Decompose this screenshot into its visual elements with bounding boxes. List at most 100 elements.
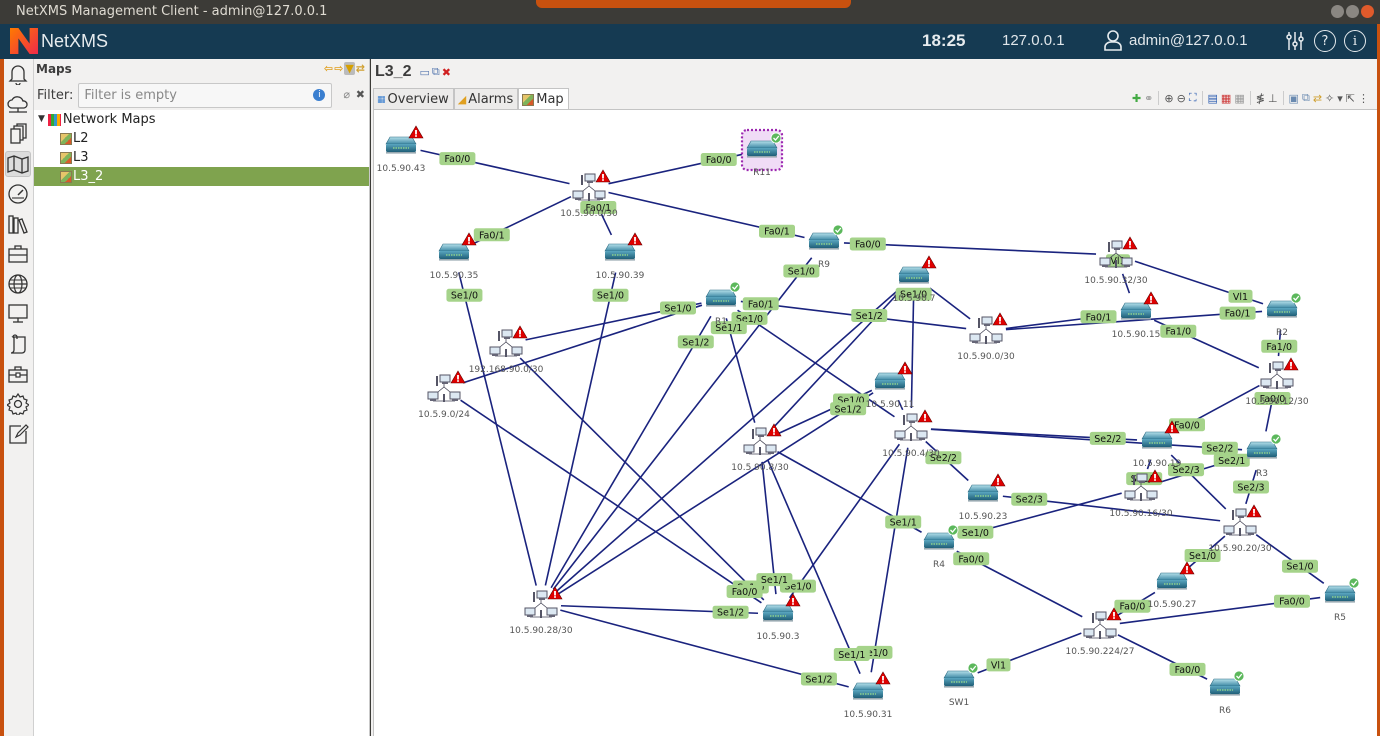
close-window-button[interactable]: [1361, 5, 1374, 18]
interface-label[interactable]: Se1/1: [885, 515, 922, 529]
tree-node-network-maps[interactable]: ▼ Network Maps: [34, 110, 369, 129]
map-link[interactable]: [930, 428, 1243, 451]
map-icon[interactable]: [5, 151, 31, 177]
interface-label[interactable]: Se1/2: [712, 605, 749, 619]
interface-label[interactable]: Fa0/0: [700, 153, 737, 166]
interface-label[interactable]: Fa1/0: [1261, 339, 1298, 353]
interface-label[interactable]: Se2/2: [1089, 431, 1126, 445]
map-node-n43[interactable]: 10.5.90.43: [377, 125, 426, 174]
map-node-r4[interactable]: R4: [923, 524, 959, 570]
network-map-canvas[interactable]: Fa0/0 Fa0/0 Fa0/1 Fa0/1 Fa0/1 Fa0/0 Se1/0 Se1/0…: [373, 109, 1377, 736]
map-link[interactable]: [458, 272, 537, 586]
map-node-r6[interactable]: R6: [1209, 670, 1245, 716]
popout-icon[interactable]: ⇱: [1346, 92, 1355, 105]
edit-icon[interactable]: [5, 421, 31, 447]
globe-icon[interactable]: [5, 271, 31, 297]
briefcase-icon[interactable]: [5, 241, 31, 267]
map-node-s8[interactable]: 10.5.90.8/30: [731, 423, 789, 473]
tree-node-l3-2[interactable]: L3_2: [34, 167, 369, 186]
info-icon[interactable]: i: [313, 89, 326, 101]
gauge-icon[interactable]: [5, 181, 31, 207]
map-node-n39[interactable]: 10.5.90.39: [596, 232, 645, 281]
map-node-n15[interactable]: 10.5.90.15: [1112, 291, 1161, 340]
straight-routing-icon[interactable]: ⊥: [1268, 92, 1278, 105]
map-link[interactable]: [519, 357, 765, 601]
link-objects-icon[interactable]: ⚭: [1144, 92, 1153, 105]
interface-label[interactable]: Se1/0: [783, 264, 820, 278]
map-node-s0b[interactable]: 10.5.90.0/30: [957, 312, 1015, 362]
interface-label[interactable]: Se2/1: [1213, 453, 1250, 467]
interface-label[interactable]: Se1/0: [592, 288, 629, 302]
interface-label[interactable]: Fa0/0: [726, 585, 763, 598]
interface-label[interactable]: Fa0/0: [439, 152, 476, 166]
bell-icon[interactable]: [5, 61, 31, 87]
map-link[interactable]: [910, 295, 915, 409]
interface-label[interactable]: Fa0/0: [849, 237, 886, 251]
map-node-r5[interactable]: R5: [1324, 577, 1360, 623]
map-link[interactable]: [1255, 534, 1325, 584]
interface-label[interactable]: Se1/2: [830, 402, 867, 416]
map-link[interactable]: [870, 447, 909, 673]
snap-to-grid-icon[interactable]: ▦: [1221, 92, 1231, 105]
filter-icon[interactable]: ▼: [344, 62, 355, 75]
cloud-icon[interactable]: [5, 91, 31, 117]
zoom-in-icon[interactable]: ⊕: [1164, 92, 1173, 105]
gear-icon[interactable]: [5, 391, 31, 417]
tab-overview[interactable]: ▦ Overview: [373, 88, 454, 109]
map-node-n35[interactable]: 10.5.90.35: [430, 232, 479, 281]
interface-label[interactable]: Se1/2: [851, 308, 888, 322]
map-node-n31[interactable]: 10.5.90.31: [844, 671, 893, 720]
tab-map[interactable]: Map: [518, 88, 569, 109]
info-icon[interactable]: i: [1344, 30, 1366, 52]
refresh-icon[interactable]: ⇄: [1313, 92, 1322, 105]
map-node-r3[interactable]: R3: [1246, 433, 1282, 479]
interface-label[interactable]: Se1/0: [1282, 559, 1318, 573]
map-node-s192[interactable]: 192.168.90.0/30: [469, 325, 544, 375]
map-link[interactable]: [460, 399, 762, 604]
user-menu[interactable]: admin@127.0.0.1: [1103, 29, 1248, 51]
tree-node-l2[interactable]: L2: [34, 129, 369, 148]
view-menu-icon[interactable]: ▾: [1337, 92, 1343, 105]
map-node-r11[interactable]: R11: [740, 128, 784, 178]
zoom-fit-icon[interactable]: ⛶: [1189, 91, 1197, 105]
interface-label[interactable]: Fa0/0: [1274, 594, 1310, 608]
interface-label[interactable]: Se1/0: [660, 301, 696, 315]
interface-label[interactable]: Fa1/0: [1160, 324, 1197, 338]
interface-label[interactable]: Se2/2: [1201, 441, 1238, 455]
toolbox-icon[interactable]: [5, 361, 31, 387]
map-node-s20[interactable]: 10.5.90.20/30: [1208, 504, 1272, 554]
map-link[interactable]: [929, 287, 971, 320]
map-node-n7[interactable]: 10.5.90.7: [893, 255, 937, 304]
add-object-icon[interactable]: ✚: [1132, 92, 1141, 105]
sync-icon[interactable]: ⇄: [356, 62, 365, 75]
monitor-icon[interactable]: [5, 301, 31, 327]
preferences-icon[interactable]: [1284, 30, 1306, 52]
map-node-s9[interactable]: 10.5.9.0/24: [418, 370, 470, 420]
filter-input[interactable]: Filter is empty i: [78, 83, 333, 108]
tab-alarms[interactable]: ◢ Alarms: [453, 88, 519, 109]
expand-triangle-icon[interactable]: ▼: [38, 110, 45, 129]
save-icon[interactable]: ▣: [1289, 92, 1299, 105]
close-view-icon[interactable]: ✖: [442, 66, 451, 79]
routing-icon[interactable]: ≸: [1256, 92, 1265, 105]
interface-label[interactable]: Fa0/1: [473, 228, 510, 242]
forward-arrow-icon[interactable]: ⇨: [334, 62, 343, 75]
clear-filter-icon[interactable]: ⌀: [343, 88, 350, 101]
interface-label[interactable]: Fa0/0: [1114, 599, 1151, 613]
copy-image-icon[interactable]: ⧉: [1302, 91, 1310, 105]
help-icon[interactable]: ?: [1314, 30, 1336, 52]
minimize-button[interactable]: [1331, 5, 1344, 18]
interface-label[interactable]: Fa0/1: [742, 297, 779, 311]
interface-label[interactable]: Vl1: [1228, 289, 1253, 303]
pin-icon[interactable]: ✧: [1325, 92, 1334, 105]
interface-label[interactable]: Se1/2: [800, 672, 837, 686]
maximize-button[interactable]: [1346, 5, 1359, 18]
map-node-n11[interactable]: 10.5.90.11: [866, 361, 915, 410]
window-layout-icon[interactable]: ▭: [419, 66, 429, 79]
map-node-n3[interactable]: 10.5.90.3: [757, 593, 801, 642]
back-arrow-icon[interactable]: ⇦: [324, 62, 333, 75]
interface-label[interactable]: Fa0/1: [759, 224, 795, 238]
interface-label[interactable]: Se1/1: [833, 648, 870, 661]
interface-label[interactable]: Fa0/0: [953, 552, 990, 566]
interface-label[interactable]: Vl1: [986, 658, 1011, 672]
